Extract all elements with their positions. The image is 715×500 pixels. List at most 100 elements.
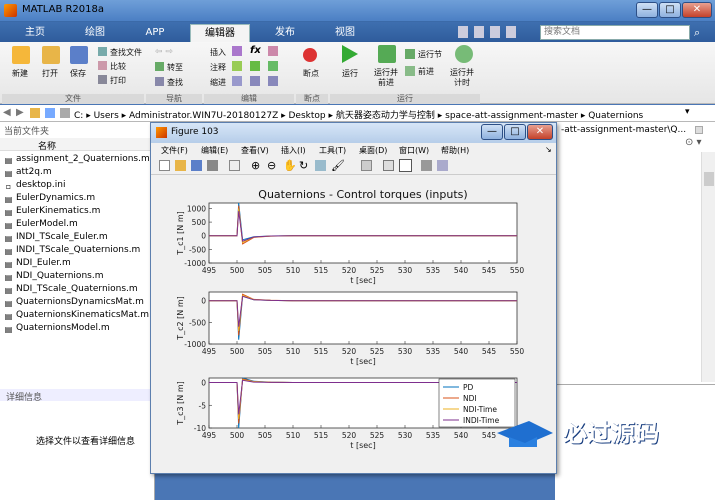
name-column-label[interactable]: 名称: [38, 139, 56, 152]
menu-edit[interactable]: 编辑(E): [201, 145, 228, 156]
breadcrumb-item[interactable]: space-att-assignment-master: [445, 111, 578, 121]
menu-window[interactable]: 窗口(W): [399, 145, 429, 156]
address-dropdown-icon[interactable]: ▾: [685, 107, 690, 117]
search-input[interactable]: 搜索文档: [540, 25, 690, 40]
close-button[interactable]: ✕: [682, 2, 712, 18]
quick-access-icon[interactable]: [458, 26, 468, 38]
list-item[interactable]: INDI_TScale_Euler.m: [16, 232, 108, 242]
search-icon[interactable]: ⌕: [694, 25, 708, 40]
menu-dock-icon[interactable]: ↘: [545, 145, 552, 154]
back-icon[interactable]: ◀: [3, 107, 11, 118]
list-item[interactable]: INDI_TScale_Quaternions.m: [16, 245, 140, 255]
tab-apps[interactable]: APP: [130, 24, 180, 42]
zoom-out-icon[interactable]: ⊖: [267, 159, 276, 172]
breadcrumb-item[interactable]: Users: [94, 111, 119, 121]
up-folder-icon[interactable]: [30, 108, 40, 118]
breakpoint-icon[interactable]: [303, 48, 317, 62]
indent-button[interactable]: 缩进: [210, 77, 226, 88]
save-button-label[interactable]: 保存: [70, 68, 86, 79]
quick-access-icon[interactable]: [506, 26, 516, 38]
details-header[interactable]: 详细信息: [0, 389, 155, 403]
menu-insert[interactable]: 插入(I): [281, 145, 306, 156]
insert-dropdown-icon[interactable]: [268, 46, 278, 56]
panel-controls-icon[interactable]: ⊙ ▾: [685, 138, 715, 148]
breadcrumb[interactable]: C: ▸ Users ▸ Administrator.WIN7U-2018012…: [74, 108, 643, 121]
print-button[interactable]: 打印: [110, 75, 126, 86]
open-button-label[interactable]: 打开: [42, 68, 58, 79]
list-item[interactable]: desktop.ini: [16, 180, 65, 190]
comment-icon[interactable]: [232, 61, 242, 71]
find-files-button[interactable]: 查找文件: [110, 47, 142, 58]
breakpoint-button-label[interactable]: 断点: [303, 68, 319, 79]
maximize-button[interactable]: □: [659, 2, 681, 18]
legend-icon[interactable]: [399, 159, 412, 172]
forward-icon[interactable]: ▶: [16, 107, 24, 118]
breadcrumb-item[interactable]: 航天器姿态动力学与控制: [336, 111, 435, 121]
figure-close-button[interactable]: ✕: [527, 124, 553, 140]
column-header[interactable]: 名称: [0, 138, 155, 152]
list-item[interactable]: EulerKinematics.m: [16, 206, 100, 216]
find-button[interactable]: 查找: [167, 77, 183, 88]
rotate-icon[interactable]: ↻: [299, 159, 308, 172]
tab-plots[interactable]: 绘图: [70, 24, 120, 42]
list-item[interactable]: NDI_Euler.m: [16, 258, 71, 268]
breadcrumb-item[interactable]: Quaternions: [588, 111, 643, 121]
list-item[interactable]: QuaternionsKinematicsMat.m: [16, 310, 149, 320]
run-advance-icon[interactable]: [378, 45, 396, 63]
list-item[interactable]: QuaternionsModel.m: [16, 323, 110, 333]
menu-help[interactable]: 帮助(H): [441, 145, 469, 156]
run-button-label[interactable]: 运行: [342, 68, 358, 79]
smart-indent-icon[interactable]: [232, 76, 242, 86]
uncomment-icon[interactable]: [250, 61, 260, 71]
dropdown-icon[interactable]: [695, 126, 703, 134]
new-button-label[interactable]: 新建: [12, 68, 28, 79]
breadcrumb-item[interactable]: Desktop: [289, 111, 326, 121]
figure-title-bar[interactable]: Figure 103 — □ ✕: [151, 123, 556, 143]
insert-section-icon[interactable]: [232, 46, 242, 56]
zoom-in-icon[interactable]: ⊕: [251, 159, 260, 172]
compare-button[interactable]: 比较: [110, 61, 126, 72]
pointer-icon[interactable]: [229, 160, 240, 171]
new-icon[interactable]: [12, 46, 30, 64]
menu-view[interactable]: 查看(V): [241, 145, 269, 156]
menu-desktop[interactable]: 桌面(D): [359, 145, 387, 156]
list-item[interactable]: QuaternionsDynamicsMat.m: [16, 297, 144, 307]
pan-icon[interactable]: ✋: [283, 159, 297, 172]
minimize-button[interactable]: —: [636, 2, 658, 18]
fx-icon[interactable]: fx: [250, 45, 261, 56]
list-item[interactable]: EulerModel.m: [16, 219, 78, 229]
scrollbar-thumb[interactable]: [704, 172, 714, 186]
browse-folder-icon[interactable]: [45, 108, 55, 118]
goto-button[interactable]: 转至: [167, 62, 183, 73]
show-plot-tools-icon[interactable]: [437, 160, 448, 171]
tab-editor[interactable]: 编辑器: [190, 24, 250, 42]
open-file-icon[interactable]: [175, 160, 186, 171]
address-bar[interactable]: ◀ ▶ C: ▸ Users ▸ Administrator.WIN7U-201…: [0, 105, 715, 122]
list-item[interactable]: NDI_TScale_Quaternions.m: [16, 284, 138, 294]
comment-button[interactable]: 注释: [210, 62, 226, 73]
quick-access-icon[interactable]: [490, 26, 500, 38]
list-item[interactable]: EulerDynamics.m: [16, 193, 95, 203]
link-plot-icon[interactable]: [361, 160, 372, 171]
print-figure-icon[interactable]: [207, 160, 218, 171]
decrease-indent-icon[interactable]: [268, 76, 278, 86]
scrollbar[interactable]: [701, 152, 715, 382]
list-item[interactable]: NDI_Quaternions.m: [16, 271, 103, 281]
brush-icon[interactable]: 🖌: [331, 159, 345, 172]
tab-view[interactable]: 视图: [320, 24, 370, 42]
save-figure-icon[interactable]: [191, 160, 202, 171]
hide-plot-tools-icon[interactable]: [421, 160, 432, 171]
new-figure-icon[interactable]: [159, 160, 170, 171]
quick-access-icon[interactable]: [474, 26, 484, 38]
menu-tools[interactable]: 工具(T): [319, 145, 346, 156]
figure-maximize-button[interactable]: □: [504, 124, 526, 140]
run-advance-button-label[interactable]: 运行并 前进: [374, 68, 398, 88]
save-icon[interactable]: [70, 46, 88, 64]
run-icon[interactable]: [342, 45, 358, 63]
figure-minimize-button[interactable]: —: [481, 124, 503, 140]
increase-indent-icon[interactable]: [250, 76, 260, 86]
tab-publish[interactable]: 发布: [260, 24, 310, 42]
list-item[interactable]: assignment_2_Quaternions.m: [16, 154, 150, 164]
run-time-icon[interactable]: [455, 45, 473, 63]
breadcrumb-item[interactable]: C:: [74, 111, 83, 121]
